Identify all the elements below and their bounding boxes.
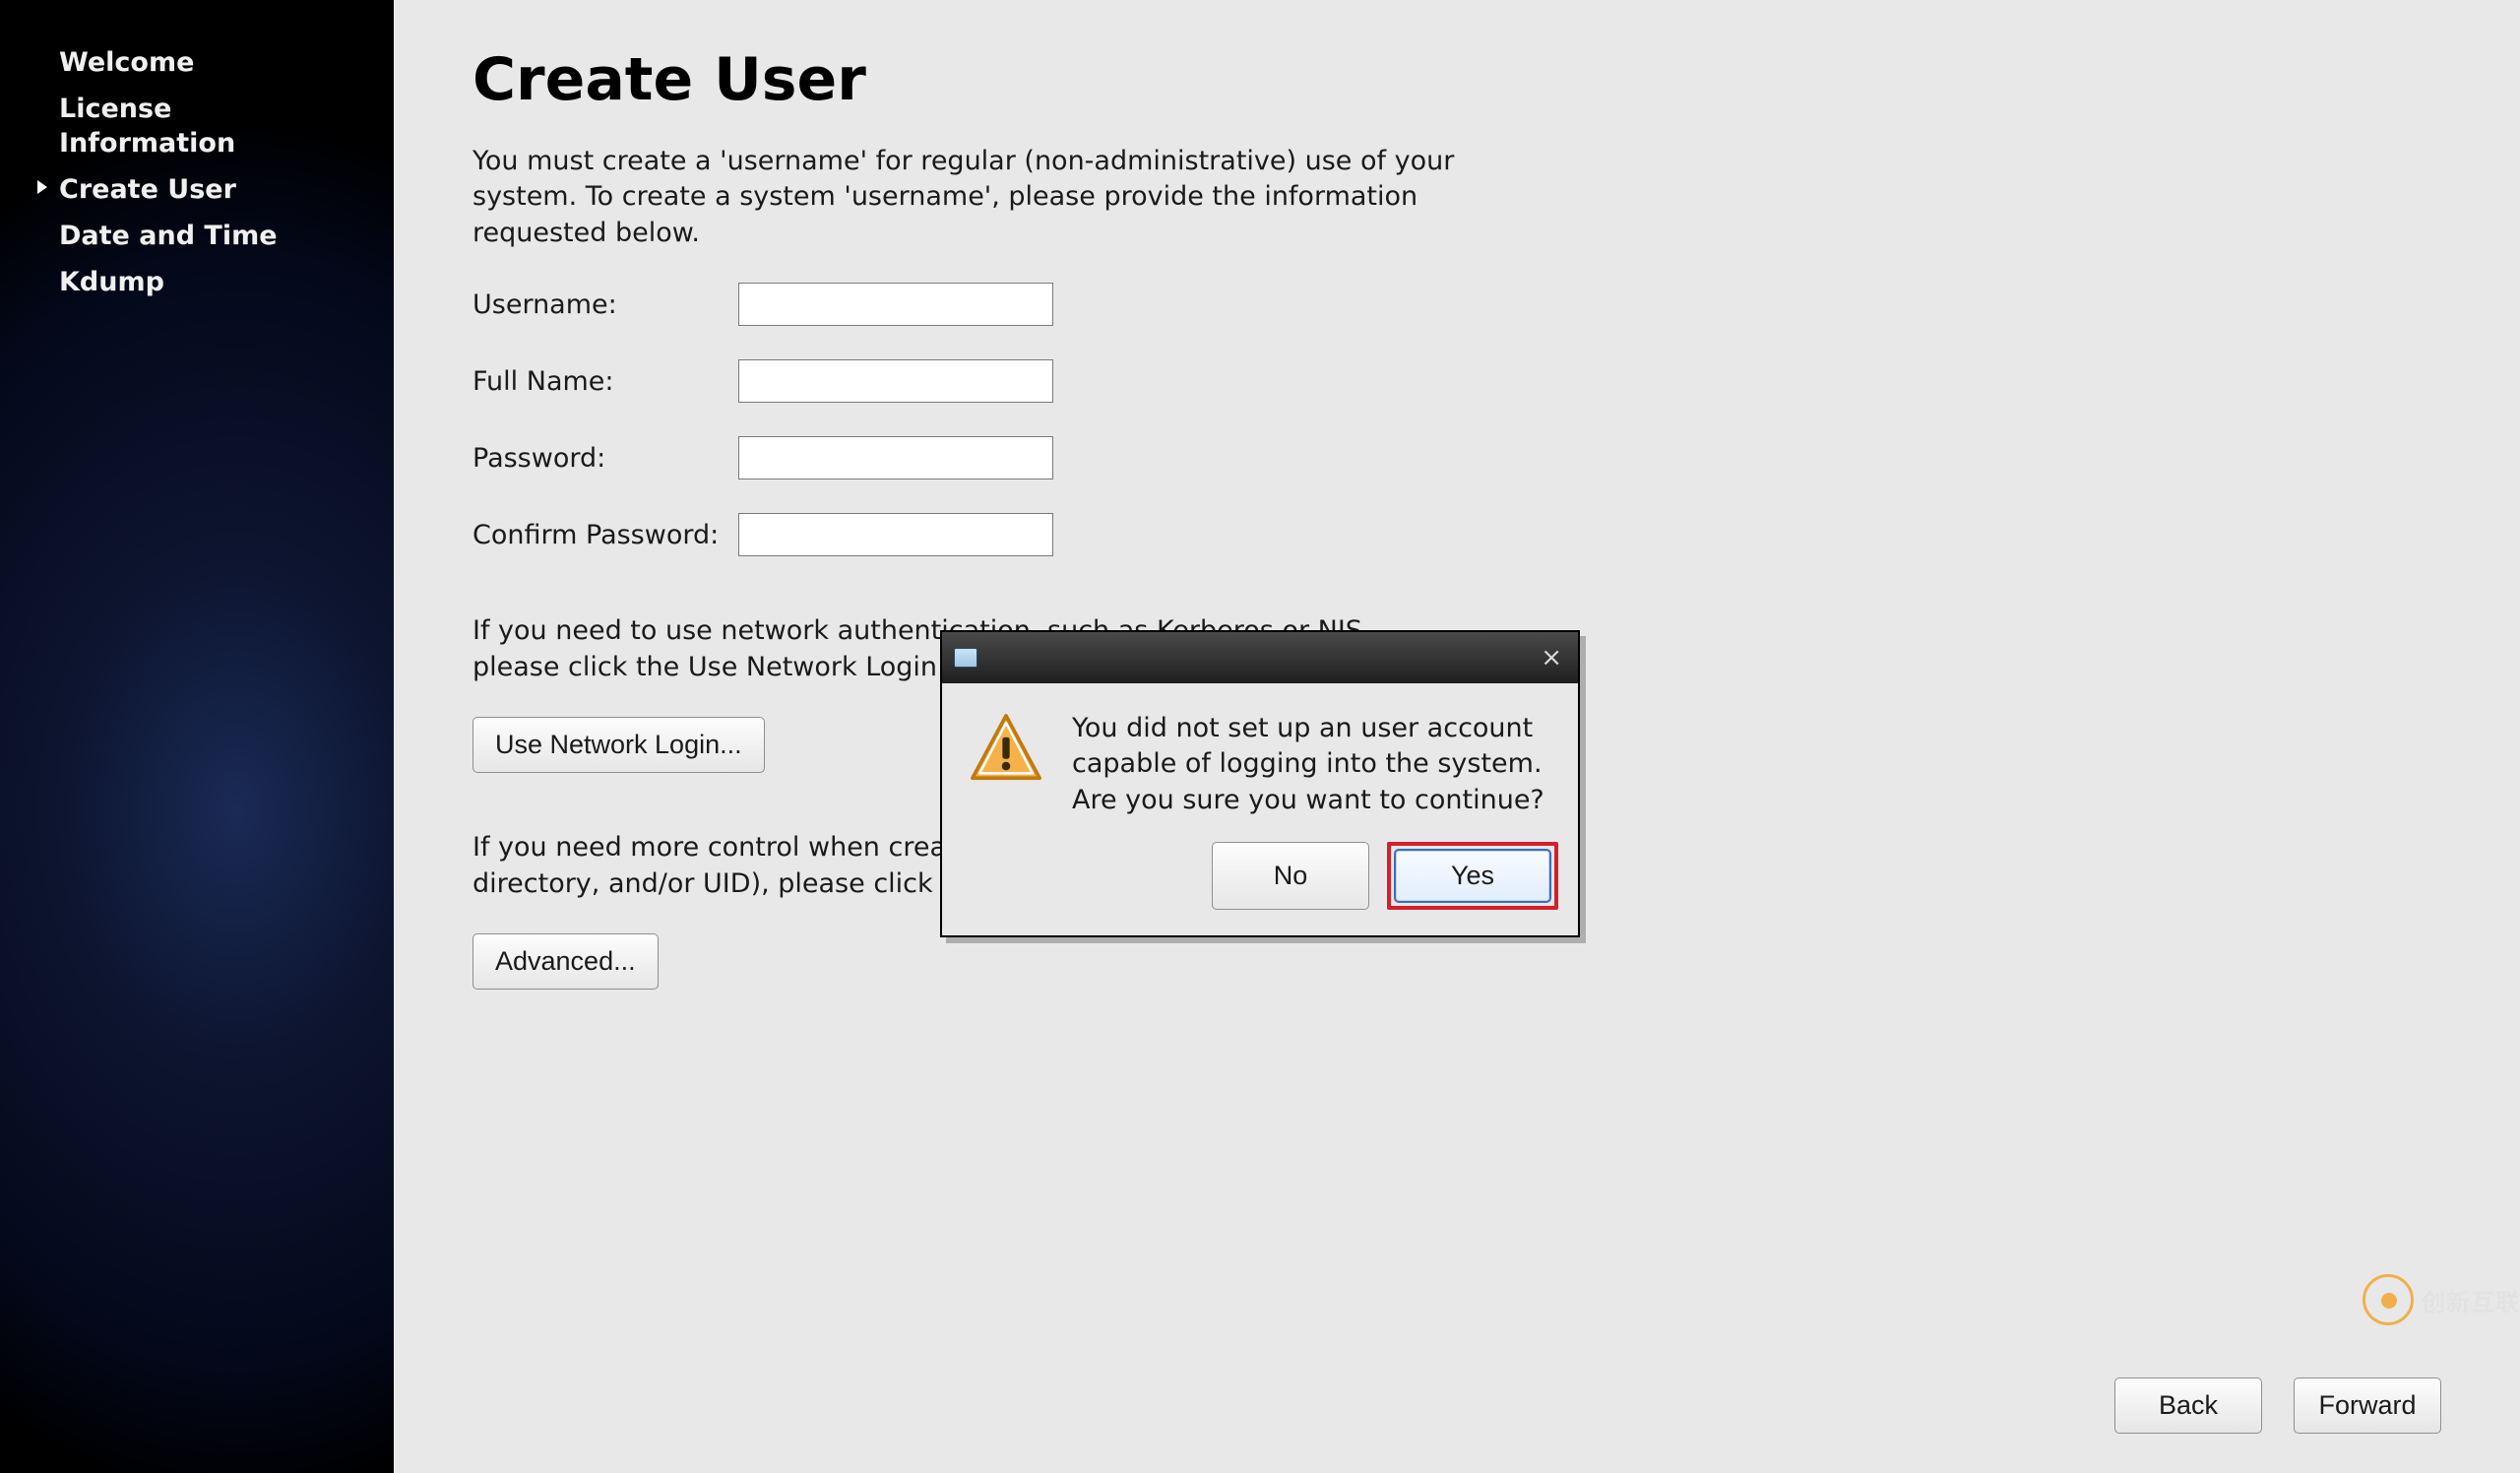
use-network-login-button[interactable]: Use Network Login...	[472, 717, 765, 773]
sidebar-item-create-user[interactable]: Create User	[0, 166, 394, 213]
page-title: Create User	[472, 45, 2441, 114]
no-button[interactable]: No	[1212, 842, 1369, 910]
back-button[interactable]: Back	[2114, 1377, 2262, 1434]
dialog-message: You did not set up an user account capab…	[1072, 711, 1552, 818]
window-icon	[954, 648, 977, 668]
sidebar-item-date-and-time[interactable]: Date and Time	[0, 213, 394, 259]
sidebar: Welcome License Information Create User …	[0, 0, 394, 1473]
confirm-password-input[interactable]	[738, 513, 1053, 556]
watermark-icon	[2362, 1274, 2414, 1325]
fullname-label: Full Name:	[472, 366, 738, 397]
footer-nav: Back Forward	[2114, 1377, 2441, 1434]
password-label: Password:	[472, 443, 738, 474]
sidebar-item-label: Date and Time	[59, 219, 278, 253]
yes-button[interactable]: Yes	[1394, 849, 1551, 903]
password-input[interactable]	[738, 436, 1053, 480]
advanced-button[interactable]: Advanced...	[472, 933, 659, 990]
sidebar-item-label: Kdump	[59, 265, 164, 299]
sidebar-item-label: Create User	[59, 172, 236, 207]
close-icon[interactable]: ×	[1537, 643, 1566, 672]
dialog-titlebar[interactable]: ×	[942, 632, 1578, 683]
username-input[interactable]	[738, 283, 1053, 326]
username-label: Username:	[472, 289, 738, 320]
fullname-input[interactable]	[738, 359, 1053, 403]
watermark-text: 创新互联	[2422, 1283, 2520, 1317]
confirm-dialog: × You did not set up an user account cap…	[940, 630, 1580, 937]
sidebar-item-welcome[interactable]: Welcome	[0, 39, 394, 86]
warning-icon	[968, 711, 1044, 818]
yes-button-highlight: Yes	[1387, 842, 1558, 910]
sidebar-list: Welcome License Information Create User …	[0, 0, 394, 306]
sidebar-item-license-information[interactable]: License Information	[0, 86, 315, 166]
sidebar-item-kdump[interactable]: Kdump	[0, 259, 394, 305]
confirm-password-label: Confirm Password:	[472, 520, 738, 550]
forward-button[interactable]: Forward	[2294, 1377, 2441, 1434]
sidebar-item-label: Welcome	[59, 45, 194, 80]
watermark: 创新互联	[2362, 1274, 2520, 1325]
intro-text: You must create a 'username' for regular…	[472, 144, 1457, 251]
sidebar-item-label: License Information	[59, 92, 285, 160]
